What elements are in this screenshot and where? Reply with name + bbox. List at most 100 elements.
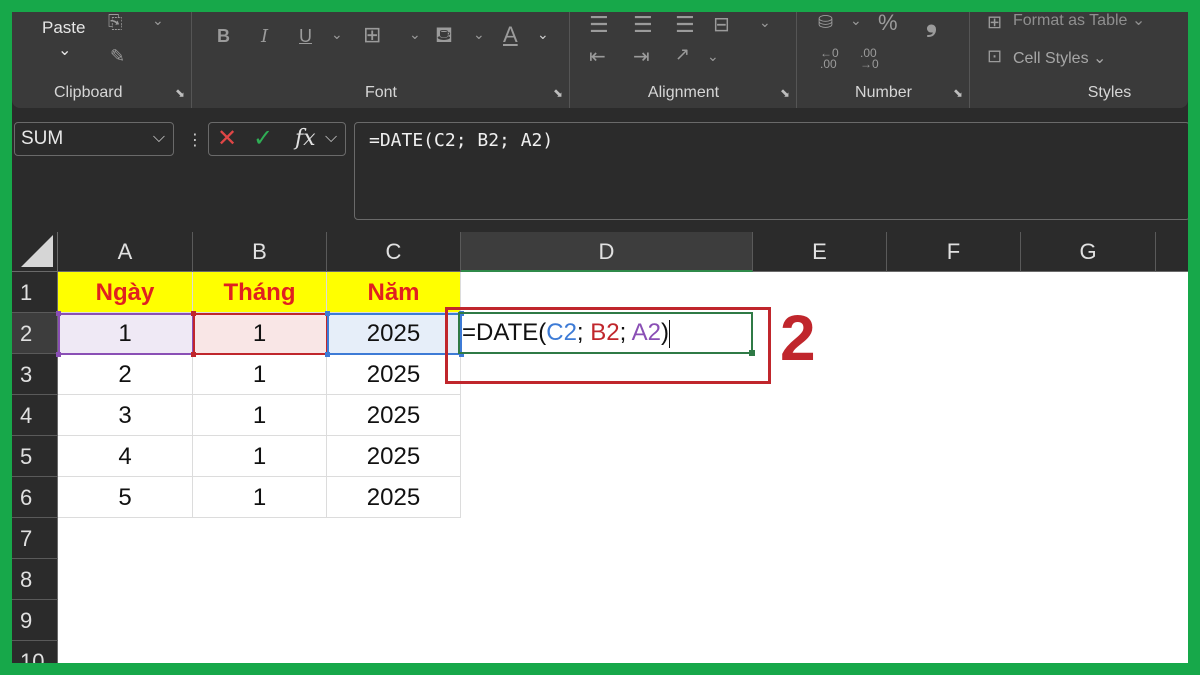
alignment-launcher-icon[interactable]: ⬊ <box>780 86 790 100</box>
clipboard-label: Clipboard <box>54 84 123 101</box>
accounting-format-icon[interactable]: ⛁ <box>818 12 833 33</box>
clipboard-group: Paste ⌄ ⎘ ⌄ ✎ Clipboard ⬊ <box>12 12 192 108</box>
italic-button[interactable]: I <box>261 26 268 47</box>
cell-c6[interactable]: 2025 <box>327 477 461 518</box>
font-launcher-icon[interactable]: ⬊ <box>553 86 563 100</box>
cell-a5[interactable]: 4 <box>58 436 193 477</box>
number-launcher-icon[interactable]: ⬊ <box>953 86 963 100</box>
row-header-3[interactable]: 3 <box>12 354 58 395</box>
column-header-f[interactable]: F <box>887 232 1021 272</box>
row-header-1[interactable]: 1 <box>12 272 58 313</box>
name-box-chevron-icon[interactable]: ⌵ <box>153 129 165 147</box>
clipboard-launcher-icon[interactable]: ⬊ <box>175 86 185 100</box>
borders-icon[interactable]: ⊞ <box>363 22 381 48</box>
format-as-table-icon[interactable]: ⊞ <box>987 12 1002 33</box>
cell-c1[interactable]: Năm <box>327 272 461 313</box>
column-header-e[interactable]: E <box>753 232 887 272</box>
more-options-icon[interactable]: ⋮ <box>187 130 203 150</box>
cell-c3[interactable]: 2025 <box>327 354 461 395</box>
decrease-decimal-button[interactable]: .00 →0 <box>860 47 879 70</box>
row-header-5[interactable]: 5 <box>12 436 58 477</box>
column-header-d[interactable]: D <box>461 232 753 272</box>
formula-input[interactable]: =DATE(C2; B2; A2) <box>354 122 1188 220</box>
row-header-2[interactable]: 2 <box>12 313 58 354</box>
fx-chevron-icon[interactable]: ⌵ <box>325 129 337 147</box>
formula-bar: SUM ⌵ ⋮ ✕ ✓ fx ⌵ =DATE(C2; B2; A2) <box>12 120 1188 232</box>
format-painter-icon[interactable]: ✎ <box>110 46 125 67</box>
fill-color-chevron-icon[interactable]: ⌄ <box>473 26 485 43</box>
styles-label: Styles <box>1087 84 1132 101</box>
align-center-icon[interactable]: ☰ <box>633 12 653 38</box>
ref-highlight-a2 <box>56 311 196 357</box>
row-header-9[interactable]: 9 <box>12 600 58 641</box>
row-header-6[interactable]: 6 <box>12 477 58 518</box>
merge-chevron-icon[interactable]: ⌄ <box>759 14 771 31</box>
orientation-chevron-icon[interactable]: ⌄ <box>707 48 719 65</box>
font-color-chevron-icon[interactable]: ⌄ <box>537 26 549 43</box>
number-group: ⛁ ⌄ % ❟ ←0.00 .00 →0 Number ⬊ <box>798 12 970 108</box>
alignment-label: Alignment <box>647 84 720 101</box>
format-as-table-button[interactable]: Format as Table ⌄ <box>1013 12 1145 30</box>
decrease-indent-icon[interactable]: ⇤ <box>589 44 606 69</box>
cell-a3[interactable]: 2 <box>58 354 193 395</box>
annotation-highlight-box <box>445 307 771 384</box>
column-header-b[interactable]: B <box>193 232 327 272</box>
comma-style-button[interactable]: ❟ <box>926 12 937 39</box>
percent-style-button[interactable]: % <box>878 12 898 36</box>
cell-styles-icon[interactable]: ⊡ <box>987 46 1002 67</box>
underline-chevron-icon[interactable]: ⌄ <box>331 26 343 43</box>
borders-chevron-icon[interactable]: ⌄ <box>409 26 421 43</box>
merge-center-icon[interactable]: ⊟ <box>713 12 730 37</box>
select-all-button[interactable] <box>12 232 58 272</box>
fill-color-icon[interactable]: ⛾ <box>435 22 453 51</box>
excel-window: Paste ⌄ ⎘ ⌄ ✎ Clipboard ⬊ B I U ⌄ ⊞ ⌄ ⛾ … <box>12 12 1188 663</box>
font-color-button[interactable]: A <box>503 22 518 48</box>
annotation-step-number: 2 <box>780 302 816 374</box>
font-group: B I U ⌄ ⊞ ⌄ ⛾ ⌄ A ⌄ Font ⬊ <box>193 12 570 108</box>
column-header-c[interactable]: C <box>327 232 461 272</box>
cell-a4[interactable]: 3 <box>58 395 193 436</box>
orientation-icon[interactable]: ↗ <box>675 44 690 65</box>
paste-chevron-icon[interactable]: ⌄ <box>58 40 71 60</box>
align-left-icon[interactable]: ☰ <box>589 12 609 38</box>
name-box[interactable]: SUM ⌵ <box>14 122 174 156</box>
cell-b4[interactable]: 1 <box>193 395 327 436</box>
number-label: Number <box>855 84 912 101</box>
select-all-triangle-icon <box>21 235 53 267</box>
row-header-4[interactable]: 4 <box>12 395 58 436</box>
insert-function-button[interactable]: fx <box>295 126 316 151</box>
row-header-7[interactable]: 7 <box>12 518 58 559</box>
ribbon: Paste ⌄ ⎘ ⌄ ✎ Clipboard ⬊ B I U ⌄ ⊞ ⌄ ⛾ … <box>12 12 1188 108</box>
increase-decimal-button[interactable]: ←0.00 <box>820 47 839 70</box>
bold-button[interactable]: B <box>217 26 230 47</box>
cell-styles-button[interactable]: Cell Styles ⌄ <box>1013 48 1106 68</box>
increase-indent-icon[interactable]: ⇥ <box>633 44 650 69</box>
accounting-chevron-icon[interactable]: ⌄ <box>850 12 862 29</box>
font-label: Font <box>364 84 397 101</box>
copy-chevron-icon[interactable]: ⌄ <box>152 12 164 29</box>
column-header-a[interactable]: A <box>58 232 193 272</box>
styles-group: ⊞ Format as Table ⌄ ⊡ Cell Styles ⌄ Styl… <box>971 12 1188 108</box>
cell-b5[interactable]: 1 <box>193 436 327 477</box>
cancel-icon[interactable]: ✕ <box>217 124 237 153</box>
formula-buttons: ✕ ✓ fx ⌵ <box>208 122 346 156</box>
row-header-8[interactable]: 8 <box>12 559 58 600</box>
enter-icon[interactable]: ✓ <box>253 124 273 153</box>
cell-b1[interactable]: Tháng <box>193 272 327 313</box>
cell-b3[interactable]: 1 <box>193 354 327 395</box>
column-header-h[interactable] <box>1156 232 1188 272</box>
cell-b6[interactable]: 1 <box>193 477 327 518</box>
copy-icon[interactable]: ⎘ <box>108 12 122 33</box>
worksheet-grid: A B C D E F G 1 2 3 4 5 6 7 8 9 10 Ngày … <box>12 232 1188 663</box>
paste-button[interactable]: Paste <box>42 18 85 38</box>
cell-a6[interactable]: 5 <box>58 477 193 518</box>
ref-highlight-b2 <box>191 311 330 357</box>
align-right-icon[interactable]: ☰ <box>675 12 695 38</box>
column-header-g[interactable]: G <box>1021 232 1156 272</box>
underline-button[interactable]: U <box>299 26 312 47</box>
cell-c4[interactable]: 2025 <box>327 395 461 436</box>
name-box-value: SUM <box>21 128 64 149</box>
cell-c5[interactable]: 2025 <box>327 436 461 477</box>
row-header-10[interactable]: 10 <box>12 641 58 663</box>
cell-a1[interactable]: Ngày <box>58 272 193 313</box>
